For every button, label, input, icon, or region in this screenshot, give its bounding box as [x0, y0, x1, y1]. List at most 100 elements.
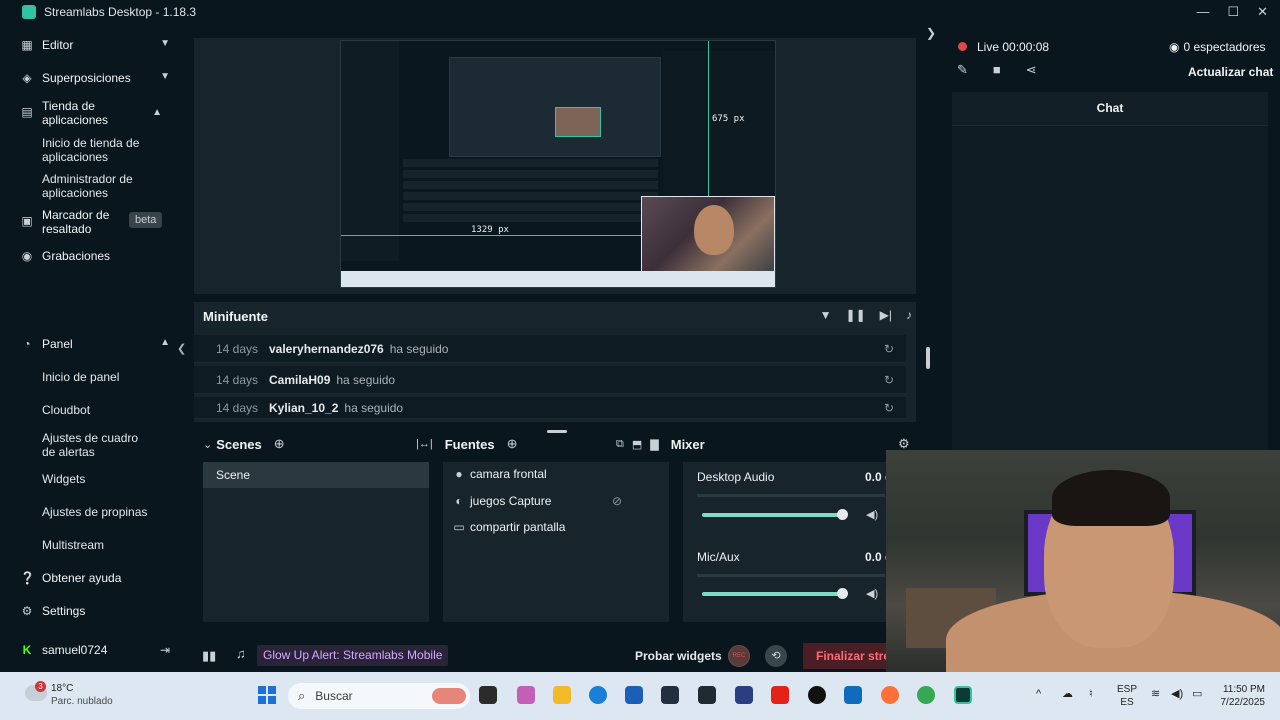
microphone-icon[interactable]: ♮	[1089, 688, 1093, 701]
replay-icon[interactable]: ↻	[884, 373, 894, 387]
store-icon[interactable]	[625, 686, 643, 704]
edge-icon[interactable]	[589, 686, 607, 704]
sidebar-item-editor[interactable]: ▦ Editor ▼	[20, 38, 170, 52]
streamlabs-taskbar-icon[interactable]	[954, 686, 972, 704]
firefox-icon[interactable]	[881, 686, 899, 704]
tray-chevron-icon[interactable]: ^	[1036, 688, 1041, 701]
volume-icon[interactable]: ♪	[906, 308, 912, 322]
dropbox-icon[interactable]	[698, 686, 716, 704]
sidebar-item-cloudbot[interactable]: Cloudbot	[42, 403, 152, 417]
width-guide-label: 1329 px	[471, 225, 509, 235]
sidebar-item-user[interactable]: K samuel0724 ⇥	[20, 643, 170, 657]
sidebar-item-label: Obtener ayuda	[42, 571, 122, 585]
logout-icon[interactable]: ⇥	[160, 643, 170, 657]
language-indicator[interactable]: ESP ES	[1117, 683, 1137, 709]
sidebar-item-alert-box[interactable]: Ajustes de cuadro de alertas	[42, 431, 152, 459]
kick-logo-icon: K	[22, 643, 32, 657]
maximize-button[interactable]: ☐	[1227, 0, 1239, 24]
chevron-down-icon[interactable]: ▼	[160, 38, 170, 49]
tiktok-icon[interactable]	[808, 686, 826, 704]
pause-icon[interactable]: ❚❚	[846, 308, 866, 322]
chevron-up-icon[interactable]: ▲	[160, 337, 170, 348]
sidebar-item-help[interactable]: ❔ Obtener ayuda	[20, 571, 170, 585]
slider-knob[interactable]	[837, 588, 848, 599]
collapse-icon[interactable]: |↔|	[416, 438, 433, 450]
volume-icon[interactable]: ◀)	[1171, 688, 1183, 701]
file-explorer-icon[interactable]	[553, 686, 571, 704]
alert-ticker[interactable]: Glow Up Alert: Streamlabs Mobile	[257, 645, 449, 666]
copilot-icon[interactable]	[517, 686, 535, 704]
scene-item[interactable]: Scene	[203, 462, 429, 488]
speaker-icon[interactable]: ◀)	[866, 508, 878, 521]
stats-icon[interactable]: ▮▮	[202, 648, 216, 664]
record-button[interactable]: REC	[728, 645, 750, 667]
add-source-icon[interactable]: ⊕	[507, 436, 518, 452]
sidebar-item-settings[interactable]: ⚙ Settings	[20, 604, 170, 618]
start-button[interactable]	[258, 686, 276, 704]
share-icon[interactable]: ⋖	[1026, 62, 1037, 78]
sidebar-item-app-manager[interactable]: Administrador de aplicaciones	[42, 172, 152, 200]
minimize-button[interactable]: —	[1196, 0, 1209, 24]
refresh-chat-button[interactable]: Actualizar chat	[1188, 65, 1273, 79]
battery-icon[interactable]: ▭	[1192, 688, 1202, 701]
stream-preview[interactable]: 675 px 1329 px	[340, 40, 776, 288]
volume-slider[interactable]	[702, 592, 847, 596]
sidebar-item-app-store-home[interactable]: Inicio de tienda de aplicaciones	[42, 136, 152, 164]
resize-handle[interactable]	[547, 430, 567, 433]
sidebar-item-recordings[interactable]: ◉ Grabaciones	[20, 249, 170, 263]
volume-slider[interactable]	[702, 513, 847, 517]
chrome-icon[interactable]	[917, 686, 935, 704]
sidebar-item-app-store[interactable]: ▤ Tienda de aplicaciones ▲	[20, 99, 162, 127]
skip-icon[interactable]: ▶|	[880, 308, 892, 322]
webcam-source-selected[interactable]	[641, 196, 775, 274]
sidebar-item-widgets[interactable]: Widgets	[42, 472, 152, 486]
outlook-icon[interactable]	[844, 686, 862, 704]
sources-title: Fuentes	[444, 436, 495, 452]
amazon-icon[interactable]	[661, 686, 679, 704]
sidebar-item-tips[interactable]: Ajustes de propinas	[42, 505, 152, 519]
source-item[interactable]: ▭ compartir pantalla	[452, 520, 565, 534]
end-stream-button[interactable]: Finalizar stream	[803, 643, 889, 669]
chevron-down-icon[interactable]: ▼	[160, 71, 170, 82]
weather-condition[interactable]: Parc. nublado	[51, 696, 113, 707]
chevron-right-icon[interactable]: ❯	[926, 26, 936, 40]
filter-icon[interactable]: ▼	[820, 308, 832, 322]
mini-feed-title: Minifuente	[203, 309, 268, 324]
close-button[interactable]: ✕	[1257, 0, 1268, 24]
feed-event: 14 days Kylian_10_2 ha seguido ↻	[194, 397, 906, 419]
sidebar-item-panel[interactable]: ◔ Panel ▲	[20, 337, 170, 351]
bitwarden-icon[interactable]	[735, 686, 753, 704]
viewer-count: ◉ 0 espectadores	[1169, 40, 1266, 54]
sidebar-item-overlays[interactable]: ◈ Superposiciones ▼	[20, 71, 170, 85]
collapse-sidebar-icon[interactable]: ❮	[177, 342, 186, 355]
sidebar-item-multistream[interactable]: Multistream	[42, 538, 152, 552]
chevron-down-icon[interactable]: ⌄	[203, 438, 212, 451]
folder-icon[interactable]: ▇	[650, 438, 658, 451]
slider-knob[interactable]	[837, 509, 848, 520]
replay-buffer-button[interactable]: ⟲	[765, 645, 787, 667]
camera-icon[interactable]: ■	[993, 62, 1001, 78]
taskbar-search[interactable]: ⌕ Buscar	[288, 683, 470, 709]
chat-title: Chat	[952, 92, 1268, 126]
test-widgets-button[interactable]: Probar widgets	[635, 649, 722, 663]
add-scene-icon[interactable]: ⊕	[274, 436, 285, 452]
source-item[interactable]: ◐ juegos Capture	[452, 494, 551, 508]
source-item[interactable]: ● camara frontal	[452, 467, 546, 481]
scene-collection-icon[interactable]: ⬒	[632, 438, 642, 451]
wifi-icon[interactable]: ≋	[1151, 688, 1160, 701]
bell-icon[interactable]: ♫	[236, 646, 246, 661]
scrollbar[interactable]	[926, 347, 930, 369]
edit-icon[interactable]: ✎	[957, 62, 968, 78]
clock[interactable]: 11:50 PM 7/22/2025	[1215, 683, 1266, 709]
task-view-icon[interactable]	[479, 686, 497, 704]
replay-icon[interactable]: ↻	[884, 401, 894, 415]
chevron-up-icon[interactable]: ▲	[152, 107, 162, 118]
cloud-icon[interactable]: ☁	[1062, 688, 1073, 701]
replay-icon[interactable]: ↻	[884, 342, 894, 356]
speaker-icon[interactable]: ◀)	[866, 587, 878, 600]
youtube-icon[interactable]	[771, 686, 789, 704]
weather-temp[interactable]: 18°C	[51, 683, 73, 694]
group-icon[interactable]: ⧉	[616, 438, 624, 451]
sidebar-item-panel-home[interactable]: Inicio de panel	[42, 370, 152, 384]
hidden-eye-icon[interactable]: ⊘	[612, 494, 622, 508]
